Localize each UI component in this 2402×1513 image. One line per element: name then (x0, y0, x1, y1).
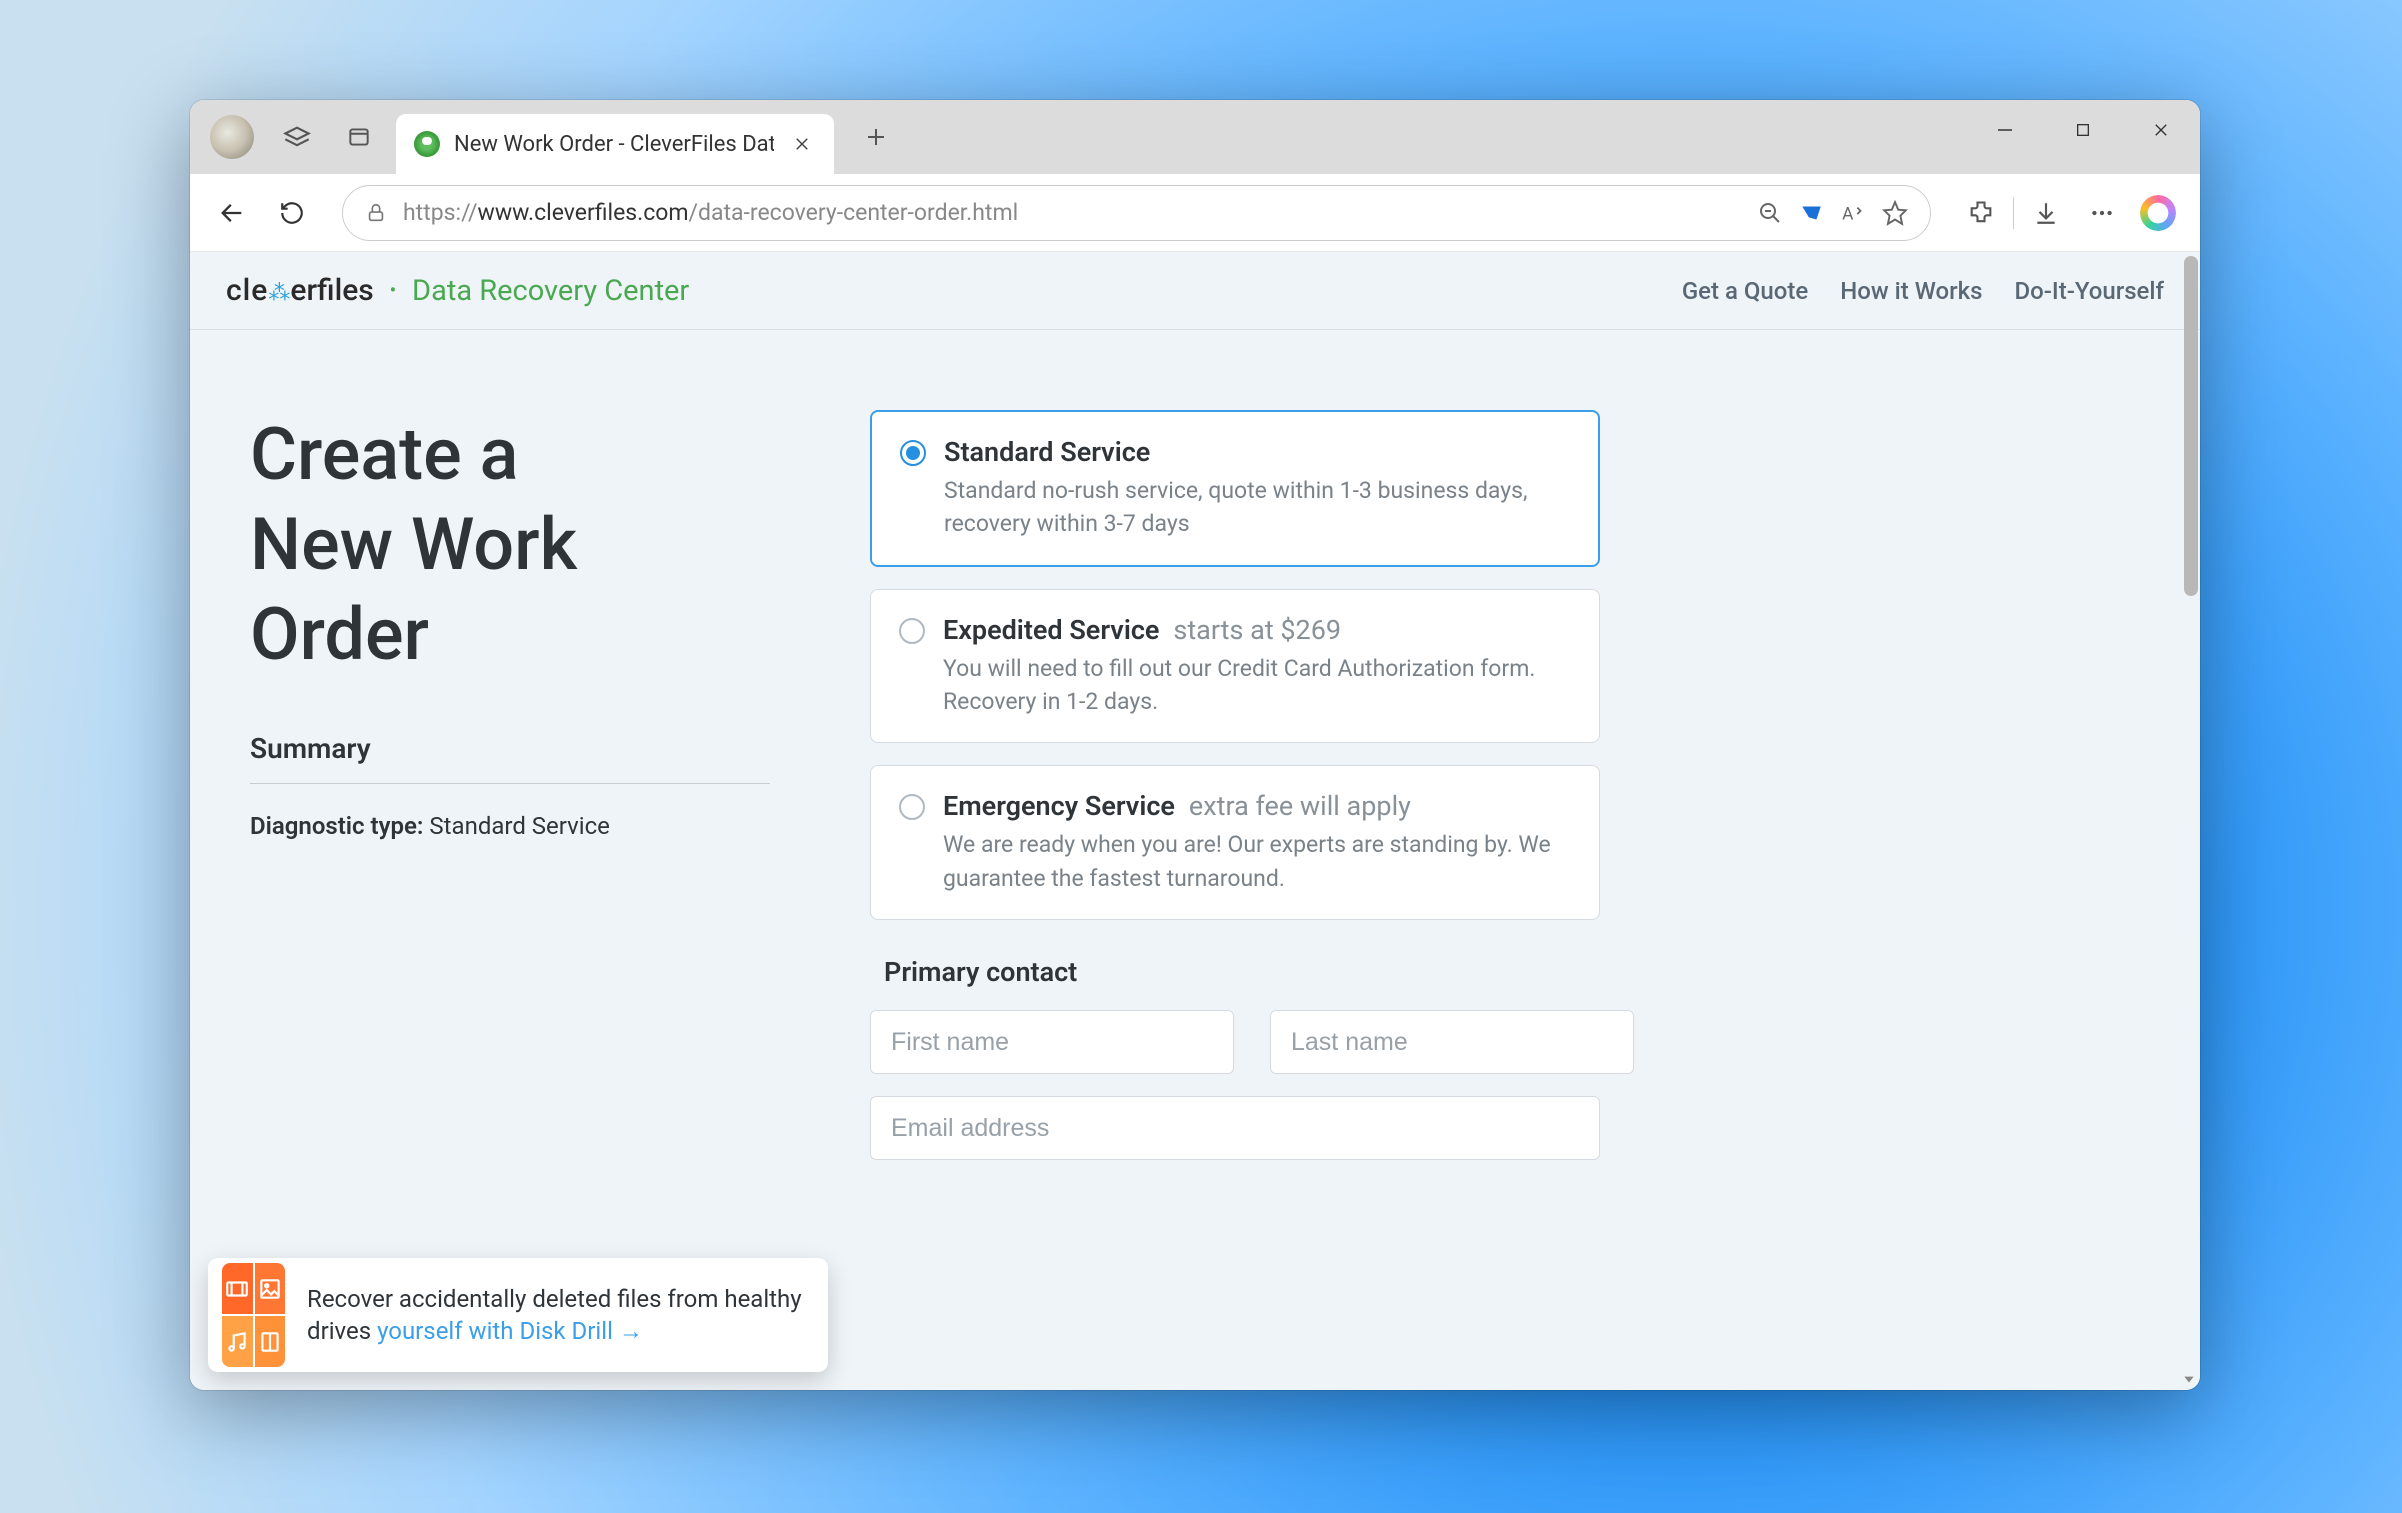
summary-diagnostic-row: Diagnostic type: Standard Service (250, 812, 770, 840)
service-price: extra fee will apply (1189, 790, 1411, 822)
window-controls (1966, 100, 2200, 160)
nav-how-it-works[interactable]: How it Works (1840, 277, 1982, 305)
divider (2013, 197, 2014, 229)
summary-heading: Summary (250, 732, 770, 784)
profile-avatar[interactable] (210, 115, 254, 159)
document-icon (255, 1316, 286, 1367)
read-aloud-icon[interactable]: A (1840, 200, 1866, 226)
service-price: starts at $269 (1173, 614, 1341, 646)
tab-favicon (414, 131, 440, 157)
promo-link[interactable]: yourself with Disk Drill → (377, 1317, 643, 1345)
first-name-input[interactable] (870, 1010, 1234, 1074)
music-icon (222, 1316, 253, 1367)
service-title: Standard Service (944, 436, 1570, 468)
copilot-button[interactable] (2134, 189, 2182, 237)
service-desc: You will need to fill out our Credit Car… (943, 652, 1571, 719)
page-body: Create a New Work Order Summary Diagnost… (190, 330, 2200, 1222)
tab-title: New Work Order - CleverFiles Dat (454, 132, 774, 157)
more-icon[interactable] (2078, 189, 2126, 237)
service-option-expedited[interactable]: Expedited Service starts at $269 You wil… (870, 589, 1600, 744)
browser-tab[interactable]: New Work Order - CleverFiles Dat (396, 114, 834, 174)
service-title: Emergency Service (943, 790, 1175, 822)
logo-accent-icon: ⁂ (268, 281, 290, 306)
radio-expedited[interactable] (899, 618, 925, 644)
video-icon (222, 1263, 253, 1314)
tab-close-button[interactable] (788, 130, 816, 158)
email-input[interactable] (870, 1096, 1600, 1160)
image-icon (255, 1263, 286, 1314)
browser-window: New Work Order - CleverFiles Dat https:/ (190, 100, 2200, 1390)
radio-standard[interactable] (900, 440, 926, 466)
title-bar: New Work Order - CleverFiles Dat (190, 100, 2200, 174)
refresh-button[interactable] (268, 189, 316, 237)
page-viewport: cle⁂erfiles • Data Recovery Center Get a… (190, 252, 2200, 1390)
workspaces-icon[interactable] (278, 118, 316, 156)
favorites-icon[interactable] (1882, 200, 1908, 226)
promo-text: Recover accidentally deleted files from … (307, 1283, 814, 1348)
downloads-icon[interactable] (2022, 189, 2070, 237)
promo-toast: Recover accidentally deleted files from … (208, 1258, 828, 1372)
service-title: Expedited Service (943, 614, 1159, 646)
left-column: Create a New Work Order Summary Diagnost… (250, 410, 770, 1182)
back-button[interactable] (208, 189, 256, 237)
maximize-button[interactable] (2044, 100, 2122, 160)
address-bar[interactable]: https://www.cleverfiles.com/data-recover… (342, 185, 1931, 241)
nav-get-quote[interactable]: Get a Quote (1682, 277, 1808, 305)
shopping-icon[interactable] (1798, 200, 1824, 226)
nav-diy[interactable]: Do-It-Yourself (2014, 277, 2164, 305)
service-desc: We are ready when you are! Our experts a… (943, 828, 1571, 895)
extensions-icon[interactable] (1957, 189, 2005, 237)
url-text: https://www.cleverfiles.com/data-recover… (403, 199, 1742, 226)
site-logo[interactable]: cle⁂erfiles • Data Recovery Center (226, 273, 689, 308)
close-window-button[interactable] (2122, 100, 2200, 160)
promo-icon (222, 1263, 285, 1367)
site-header: cle⁂erfiles • Data Recovery Center Get a… (190, 252, 2200, 330)
summary-block: Summary Diagnostic type: Standard Servic… (250, 732, 770, 840)
contact-heading: Primary contact (884, 956, 1600, 988)
right-column: Standard Service Standard no-rush servic… (870, 410, 1600, 1182)
last-name-input[interactable] (1270, 1010, 1634, 1074)
service-option-emergency[interactable]: Emergency Service extra fee will apply W… (870, 765, 1600, 920)
minimize-button[interactable] (1966, 100, 2044, 160)
svg-text:A: A (1842, 204, 1854, 224)
tab-actions-icon[interactable] (340, 118, 378, 156)
radio-emergency[interactable] (899, 794, 925, 820)
new-tab-button[interactable] (854, 115, 898, 159)
lock-icon (365, 202, 387, 224)
scrollbar-down-icon[interactable] (2182, 1372, 2196, 1386)
site-nav: Get a Quote How it Works Do-It-Yourself (1682, 277, 2164, 305)
service-option-standard[interactable]: Standard Service Standard no-rush servic… (870, 410, 1600, 567)
browser-toolbar: https://www.cleverfiles.com/data-recover… (190, 174, 2200, 252)
service-desc: Standard no-rush service, quote within 1… (944, 474, 1570, 541)
scrollbar-thumb[interactable] (2184, 256, 2198, 596)
zoom-icon[interactable] (1758, 201, 1782, 225)
page-title: Create a New Work Order (250, 410, 770, 680)
